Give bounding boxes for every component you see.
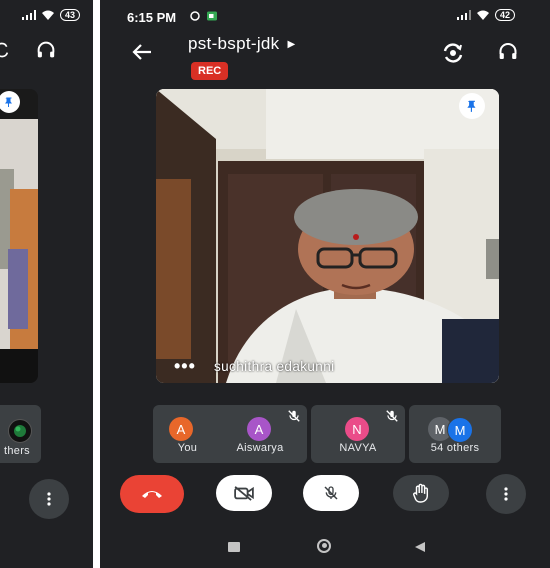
mic-off-icon [288,410,300,422]
more-vert-icon [47,492,51,506]
participant-name: NAVYA [339,442,377,454]
signal-icon [457,10,471,20]
left-others-tile[interactable]: thers [0,405,41,463]
audio-output-icon[interactable] [498,42,518,61]
participant-tile-navya[interactable]: N NAVYA [311,405,405,463]
pin-icon [467,100,476,112]
avatar: M [447,417,473,443]
raise-hand-button[interactable] [393,475,449,511]
video-more-icon[interactable]: ••• [174,356,196,377]
camera-off-icon [234,486,254,501]
sync-icon [190,11,200,21]
pin-icon [5,97,12,107]
right-phone-screen: 6:15 PM 42 pst-bspt-jdk ▶ REC ••• suchit… [100,0,550,568]
main-video-tile[interactable] [156,89,499,383]
avatar: A [169,417,193,441]
switch-camera-icon[interactable] [0,42,10,58]
status-left-icons [189,10,218,22]
left-video-tile [0,89,38,383]
participant-video-feed [156,89,499,383]
meet-notification-icon [207,11,217,21]
left-others-avatar [8,419,32,443]
avatar: N [345,417,369,441]
back-arrow-icon[interactable] [132,43,152,61]
battery-indicator: 42 [495,9,516,21]
wifi-icon [477,10,489,20]
participant-name-tag: suchithra edakunni [214,359,335,374]
others-count-label: 54 others [430,442,480,454]
end-call-button[interactable] [120,475,184,513]
status-right-icons: 42 [457,9,516,21]
raise-hand-icon [413,483,429,503]
recents-nav-icon[interactable] [228,542,240,552]
mic-toggle-button[interactable] [303,475,359,511]
mic-off-icon [324,486,338,500]
mic-off-icon [386,410,398,422]
camera-toggle-button[interactable] [216,475,272,511]
left-phone-screen: 43 thers [0,0,93,568]
rec-badge: REC [191,62,229,80]
chevron-right-icon: ▶ [287,39,296,50]
more-vert-icon [504,487,508,501]
left-status-icons: 43 [22,9,81,21]
meeting-code-text: pst-bspt-jdk [188,34,280,53]
audio-output-icon[interactable] [36,41,56,59]
leaf-avatar-icon [14,425,26,437]
left-video-feed [0,89,38,383]
status-time: 6:15 PM [127,10,177,25]
call-end-icon [142,491,162,498]
back-nav-icon[interactable] [414,541,426,553]
battery-indicator: 43 [60,9,81,21]
participant-tile-aiswarya[interactable]: A Aiswarya [213,405,307,463]
more-options-button[interactable] [486,474,526,514]
signal-icon [22,10,36,20]
left-more-options-button[interactable] [29,479,69,519]
pin-button[interactable] [459,93,485,119]
participant-tile-others[interactable]: M M 54 others [409,405,501,463]
avatar: A [247,417,271,441]
participant-name: Aiswarya [236,442,284,454]
meeting-code[interactable]: pst-bspt-jdk ▶ [188,34,296,54]
switch-camera-icon[interactable] [441,43,465,63]
wifi-icon [42,10,54,20]
home-nav-icon[interactable] [317,539,331,553]
left-others-label: thers [4,445,30,457]
